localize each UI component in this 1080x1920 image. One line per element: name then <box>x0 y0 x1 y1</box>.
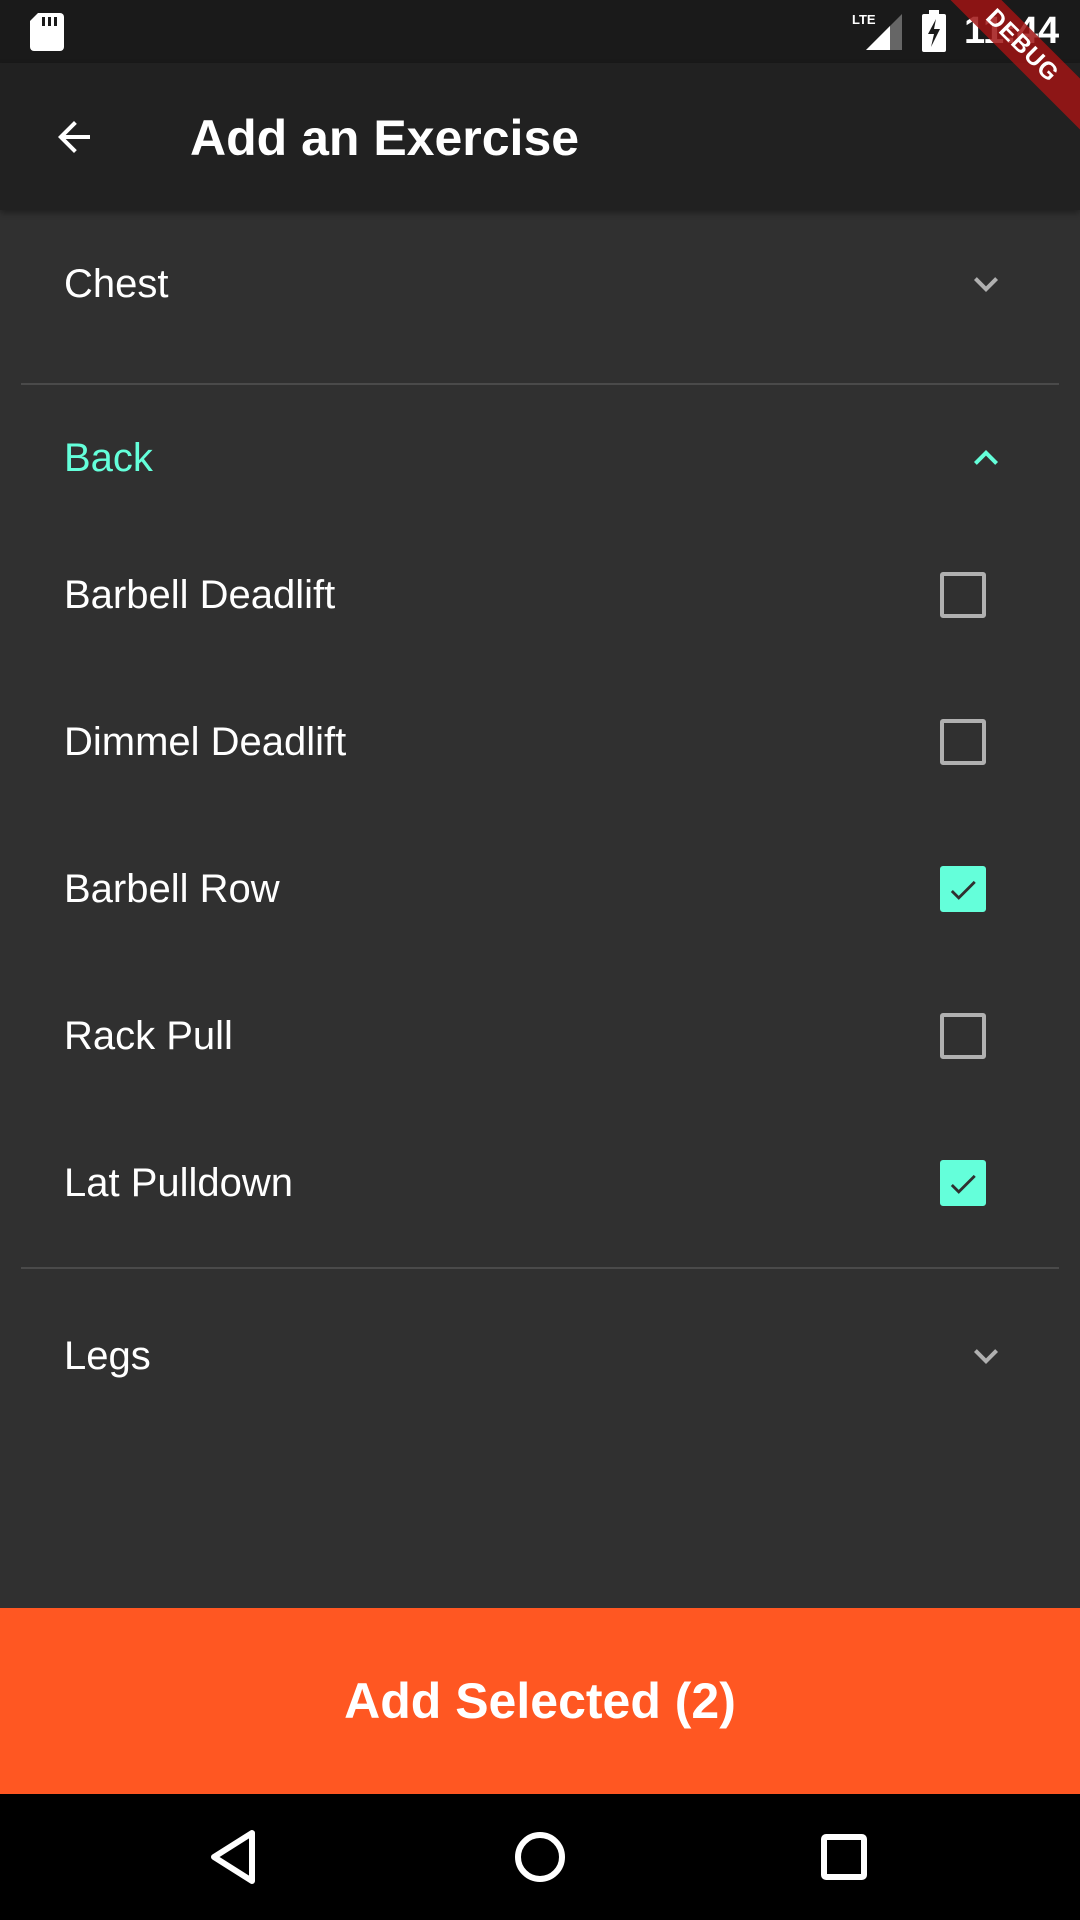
exercise-checkbox[interactable] <box>940 1012 986 1059</box>
app-bar: Add an Exercise <box>0 63 1080 210</box>
exercise-row-rack-pull[interactable]: Rack Pull <box>0 962 1080 1109</box>
chevron-up-icon <box>974 450 998 465</box>
category-label: Chest <box>64 262 169 306</box>
back-button[interactable] <box>26 89 122 185</box>
exercise-label: Barbell Row <box>64 866 280 911</box>
exercise-label: Dimmel Deadlift <box>64 719 347 764</box>
exercise-label: Rack Pull <box>64 1013 233 1058</box>
status-bar: LTE 11:44 <box>0 0 1080 63</box>
exercise-label: Lat Pulldown <box>64 1160 294 1205</box>
category-label: Back <box>64 436 153 480</box>
lte-signal-icon: LTE <box>852 12 902 50</box>
exercise-checkbox[interactable] <box>940 571 986 618</box>
checkmark-icon <box>950 880 976 900</box>
exercise-row-barbell-row[interactable]: Barbell Row <box>0 815 1080 962</box>
category-header-chest[interactable]: Chest <box>0 210 1080 358</box>
chevron-down-icon <box>974 277 998 292</box>
checkmark-icon <box>950 1174 976 1194</box>
divider <box>21 1267 1059 1269</box>
svg-text:LTE: LTE <box>852 12 876 27</box>
category-header-legs[interactable]: Legs <box>0 1282 1080 1430</box>
exercise-label: Barbell Deadlift <box>64 572 336 617</box>
exercise-row-lat-pulldown[interactable]: Lat Pulldown <box>0 1109 1080 1256</box>
page-title: Add an Exercise <box>190 110 580 166</box>
recents-square-icon[interactable] <box>808 1821 880 1893</box>
add-selected-button[interactable]: Add Selected (2) <box>0 1608 1080 1794</box>
category-label: Legs <box>64 1334 151 1378</box>
exercise-checkbox[interactable] <box>940 1159 986 1206</box>
category-header-back[interactable]: Back <box>0 384 1080 532</box>
chevron-down-icon <box>974 1349 998 1364</box>
sd-card-icon <box>30 13 64 51</box>
home-circle-icon[interactable] <box>504 1821 576 1893</box>
exercise-checkbox[interactable] <box>940 865 986 912</box>
back-triangle-icon[interactable] <box>200 1821 272 1893</box>
system-nav-bar <box>0 1794 1080 1920</box>
exercise-checkbox[interactable] <box>940 718 986 765</box>
exercise-row-dimmel-deadlift[interactable]: Dimmel Deadlift <box>0 668 1080 815</box>
exercise-category-list: Chest Back Barbell Deadlift Dimmel Deadl… <box>0 210 1080 1608</box>
arrow-back-icon <box>58 121 90 153</box>
exercise-row-barbell-deadlift[interactable]: Barbell Deadlift <box>0 521 1080 668</box>
battery-charging-icon <box>922 10 946 52</box>
status-clock: 11:44 <box>964 10 1060 52</box>
